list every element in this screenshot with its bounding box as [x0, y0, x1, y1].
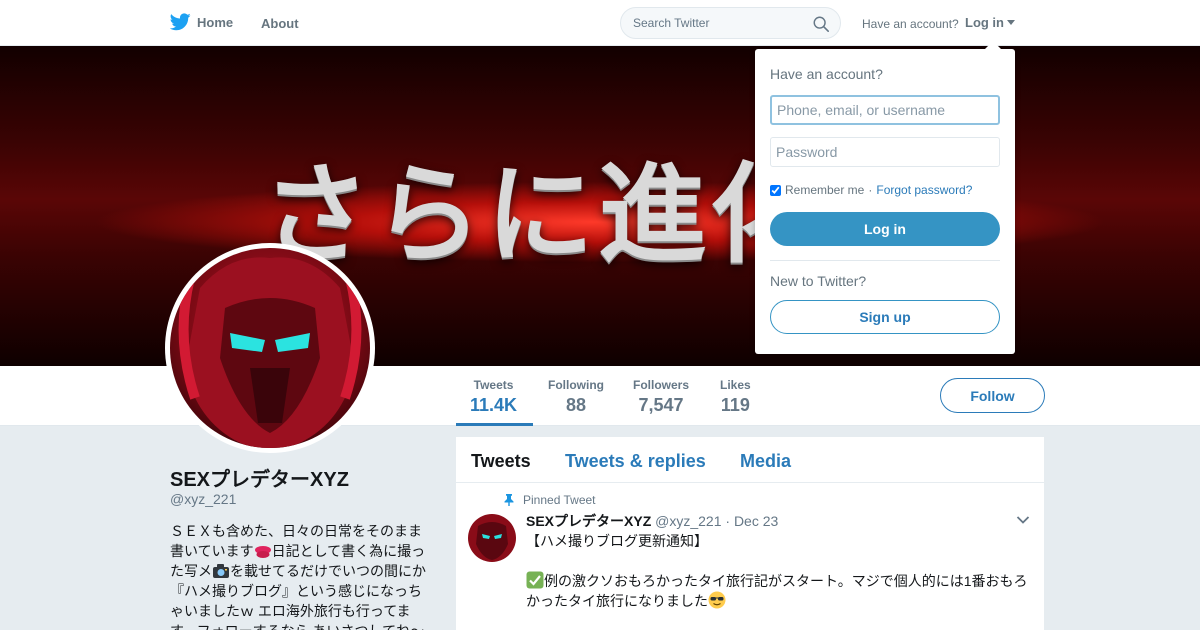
stat-following[interactable]: Following 88: [548, 378, 604, 416]
login-dropdown: Have an account? Remember me · Forgot pa…: [755, 41, 1015, 354]
pinned-label: Pinned Tweet: [523, 493, 596, 507]
tab-tweets-replies[interactable]: Tweets & replies: [565, 451, 706, 472]
stat-label: Tweets: [473, 378, 514, 392]
remember-me-checkbox[interactable]: [770, 184, 781, 196]
login-toggle-label: Log in: [965, 15, 1004, 30]
profile-avatar[interactable]: [165, 243, 375, 453]
login-button[interactable]: Log in: [770, 212, 1000, 246]
twitter-bird-icon: [170, 13, 191, 31]
stat-value: 119: [720, 395, 750, 415]
stat-label: Likes: [720, 378, 751, 392]
nav-home-label: Home: [197, 14, 234, 30]
username-field[interactable]: [770, 95, 1000, 125]
tweet-date[interactable]: · Dec 23: [725, 513, 778, 529]
stat-followers[interactable]: Followers 7,547: [633, 378, 689, 416]
kiss-mark-icon: [254, 546, 271, 558]
sunglasses-face-icon: [708, 591, 726, 609]
stat-value: 11.4K: [470, 395, 518, 415]
predator-mask-image: [170, 248, 370, 448]
profile-bio: ＳＥＸも含めた、日々の日常をそのまま書いています 日記として書く為に撮った写メ を載…: [170, 521, 432, 630]
tweet-text: 【ハメ撮りブログ更新通知】 例の激クソおもろかったタイ旅行記がスタート。マジで個…: [526, 531, 1036, 630]
stat-value: 88: [565, 395, 587, 415]
camera-icon: [213, 564, 229, 578]
follow-button[interactable]: Follow: [940, 378, 1045, 413]
signup-button[interactable]: Sign up: [770, 300, 1000, 334]
divider: [770, 260, 1000, 261]
top-nav: Home About Have an account? Log in: [0, 0, 1200, 46]
stat-value: 7,547: [638, 395, 684, 415]
nav-home-link[interactable]: Home: [170, 13, 233, 31]
password-field[interactable]: [770, 137, 1000, 167]
stat-label: Followers: [633, 378, 690, 392]
chevron-down-icon[interactable]: [1016, 515, 1030, 525]
pin-icon: [504, 494, 514, 506]
tab-media[interactable]: Media: [740, 451, 791, 472]
search-box: [620, 7, 841, 39]
check-mark-button-icon: [526, 571, 544, 589]
pinned-indicator: Pinned Tweet: [504, 493, 596, 507]
remember-me-row: Remember me · Forgot password?: [770, 183, 972, 197]
timeline: Tweets Tweets & replies Media Pinned Twe…: [456, 437, 1044, 630]
tweet-header: SEXプレデターXYZ @xyz_221 · Dec 23: [526, 511, 778, 531]
nav-about-link[interactable]: About: [261, 16, 299, 31]
tweet-author-name[interactable]: SEXプレデターXYZ: [526, 513, 651, 529]
profile-handle[interactable]: @xyz_221: [170, 491, 236, 507]
new-to-twitter-text: New to Twitter?: [770, 273, 867, 289]
tweet-author-handle[interactable]: @xyz_221: [655, 513, 721, 529]
login-dropdown-toggle[interactable]: Log in: [965, 15, 1015, 30]
active-stat-underline: [456, 423, 533, 426]
stat-label: Following: [548, 378, 604, 392]
stat-tweets[interactable]: Tweets 11.4K: [470, 378, 517, 416]
tab-tweets[interactable]: Tweets: [471, 451, 531, 472]
tweet-avatar[interactable]: [468, 514, 516, 562]
stat-likes[interactable]: Likes 119: [720, 378, 751, 416]
tweet-line: 【ハメ撮りブログ更新通知】: [526, 533, 708, 549]
login-dropdown-title: Have an account?: [770, 66, 883, 82]
tweet-avatar-image: [468, 514, 516, 562]
search-icon[interactable]: [812, 15, 830, 33]
timeline-tabs: Tweets Tweets & replies Media: [456, 437, 1044, 483]
have-account-text: Have an account?: [862, 17, 959, 31]
caret-down-icon: [1007, 20, 1015, 25]
separator-dot: ·: [868, 183, 873, 197]
profile-name: SEXプレデターXYZ: [170, 469, 349, 491]
tweet-line: 例の激クソおもろかったタイ旅行記がスタート。マジで個人的には1番おもろかったタイ…: [526, 573, 1028, 609]
forgot-password-link[interactable]: Forgot password?: [876, 183, 972, 197]
search-input[interactable]: [633, 16, 803, 30]
remember-me-label[interactable]: Remember me: [785, 183, 864, 197]
